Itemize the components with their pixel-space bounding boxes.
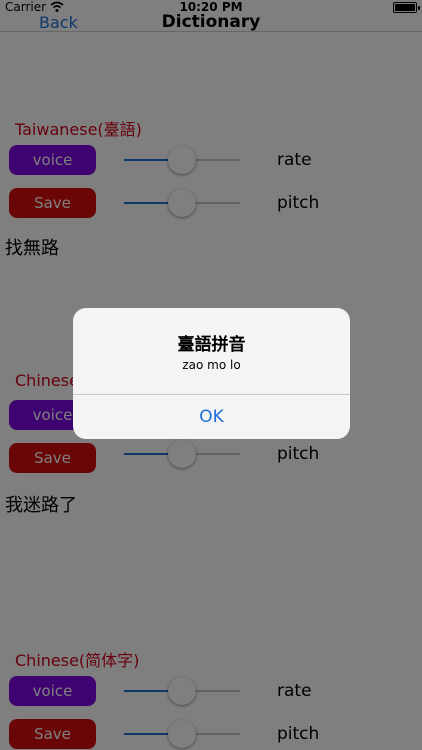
alert-title: 臺語拼音 [177, 335, 246, 355]
alert-dialog: 臺語拼音 zao mo lo OK [73, 308, 350, 439]
alert-message: zao mo lo [182, 358, 241, 372]
ok-button[interactable]: OK [73, 395, 350, 439]
